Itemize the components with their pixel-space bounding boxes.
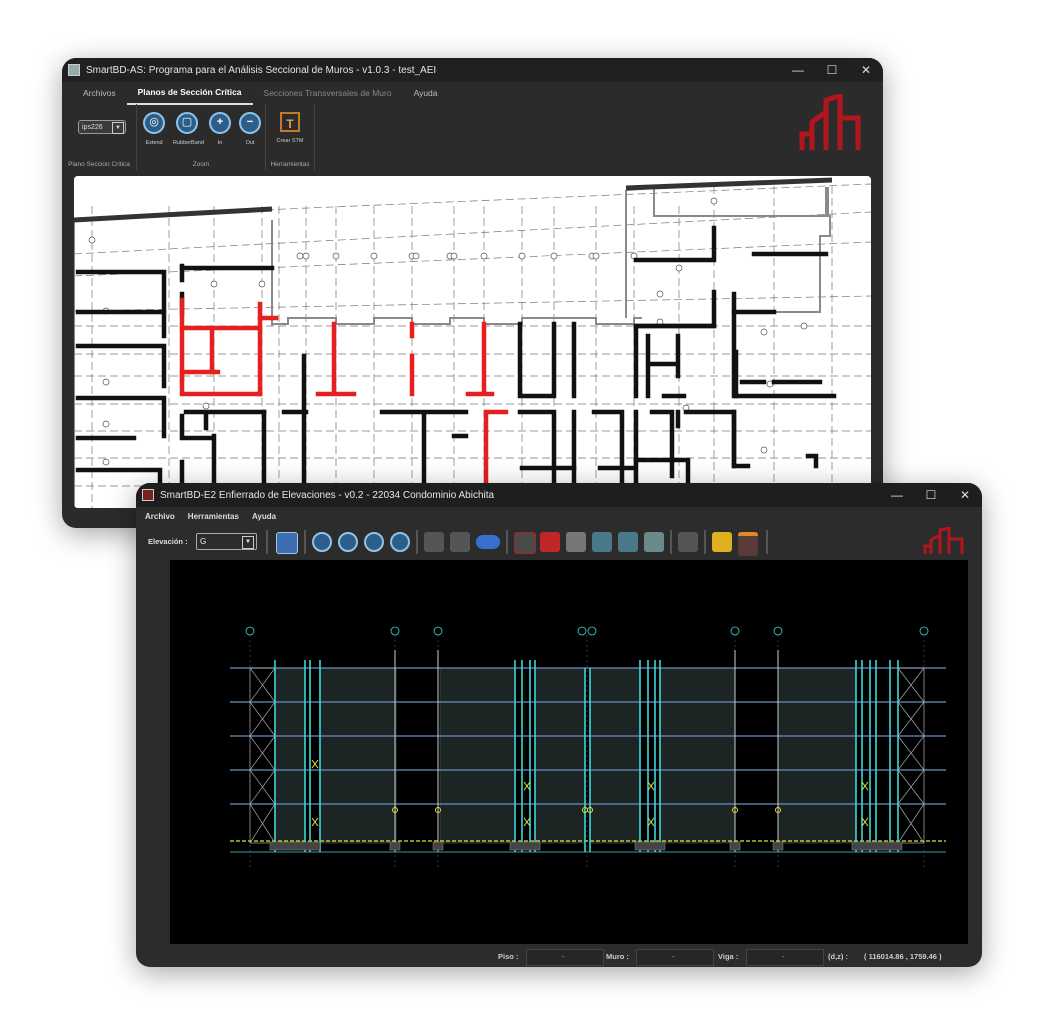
plane-select[interactable]: ips226 ▼ xyxy=(78,120,126,134)
maximize-button[interactable]: ☐ xyxy=(815,63,849,77)
elevation-select-value: G xyxy=(200,537,207,546)
redo-icon[interactable] xyxy=(450,532,470,552)
section-icon[interactable] xyxy=(592,532,612,552)
zoom-rubberband-button[interactable]: ▢ RubberBand xyxy=(173,112,204,146)
tab-archivos[interactable]: Archivos xyxy=(72,82,127,104)
elevation-select[interactable]: G ▼ xyxy=(196,533,257,550)
wall-icon[interactable] xyxy=(540,532,560,552)
minimize-button[interactable]: — xyxy=(781,63,815,77)
coord-value: ( 116014.86 , 1759.46 ) xyxy=(864,952,942,961)
title-bar: SmartBD-E2 Enfierrado de Elevaciones - v… xyxy=(136,483,982,507)
smartbd-logo xyxy=(923,527,964,554)
toolbar-separator xyxy=(416,530,418,554)
muro-label: Muro : xyxy=(606,952,629,961)
dimension-icon[interactable] xyxy=(678,532,698,552)
app-icon xyxy=(68,64,80,76)
save-icon[interactable] xyxy=(276,532,298,554)
toolbar: Elevación : G ▼ xyxy=(136,527,982,557)
button-label: RubberBand xyxy=(173,140,204,146)
menu-herramientas[interactable]: Herramientas xyxy=(188,512,239,521)
coord-label: (d,z) : xyxy=(828,952,848,961)
zoom-extend-icon[interactable] xyxy=(312,532,332,552)
smartbd-logo xyxy=(799,94,861,150)
zoom-out-button[interactable]: − Out xyxy=(236,112,264,146)
zoom-extend-icon: ◎ xyxy=(143,112,165,134)
menu-ayuda[interactable]: Ayuda xyxy=(252,512,276,521)
ribbon-tabs: Archivos Planos de Sección Crítica Secci… xyxy=(62,81,883,105)
piso-label: Piso : xyxy=(498,952,519,961)
plane-select-value: ips226 xyxy=(82,124,103,131)
toolbar-separator xyxy=(304,530,306,554)
viga-label: Viga : xyxy=(718,952,739,961)
toolbar-separator xyxy=(704,530,706,554)
menu-archivo[interactable]: Archivo xyxy=(145,512,175,521)
button-label: Extend xyxy=(145,140,163,146)
close-button[interactable]: ✕ xyxy=(849,63,883,77)
zoom-out-icon[interactable] xyxy=(390,532,410,552)
zoom-rubberband-icon[interactable] xyxy=(338,532,358,552)
button-label: In xyxy=(217,140,223,146)
app-icon xyxy=(142,489,154,501)
maximize-button[interactable]: ☐ xyxy=(914,488,948,502)
muro-field xyxy=(636,949,714,966)
delete-icon[interactable] xyxy=(514,532,536,554)
stm-icon: T xyxy=(280,112,300,132)
zoom-extend-button[interactable]: ◎ Extend xyxy=(140,112,168,146)
window-title: SmartBD-E2 Enfierrado de Elevaciones - v… xyxy=(160,489,495,501)
frame-icon[interactable] xyxy=(618,532,638,552)
zoom-rubberband-icon: ▢ xyxy=(176,112,198,134)
group-zoom: ◎ Extend ▢ RubberBand + In − Out Zoom xyxy=(137,104,266,170)
undo-icon[interactable] xyxy=(424,532,444,552)
group-plano-seccion: ips226 ▼ Plano Seccion Critica xyxy=(62,104,137,170)
toolbar-separator xyxy=(670,530,672,554)
viga-field xyxy=(746,949,824,966)
flag-icon[interactable] xyxy=(738,532,758,556)
zoom-in-icon[interactable] xyxy=(364,532,384,552)
toolbar-separator xyxy=(266,530,268,554)
muro-value: - xyxy=(672,952,675,961)
minimize-button[interactable]: — xyxy=(880,488,914,502)
group-label: Plano Seccion Critica xyxy=(68,161,130,168)
tab-planos-seccion-critica[interactable]: Planos de Sección Crítica xyxy=(126,81,253,105)
zoom-in-icon: + xyxy=(209,112,231,134)
group-label: Herramientas xyxy=(270,161,310,168)
window-elevation-rebar: SmartBD-E2 Enfierrado de Elevaciones - v… xyxy=(136,483,982,967)
button-label: Crear STM xyxy=(276,138,304,144)
elevation-label: Elevación : xyxy=(148,537,188,546)
window-title: SmartBD-AS: Programa para el Análisis Se… xyxy=(86,64,437,76)
viga-value: - xyxy=(782,952,785,961)
piso-field xyxy=(526,949,604,966)
group-herramientas: T Crear STM Herramientas xyxy=(266,104,315,170)
tab-secciones-transversales[interactable]: Secciones Transversales de Muro xyxy=(253,82,403,104)
title-bar: SmartBD-AS: Programa para el Análisis Se… xyxy=(62,58,883,82)
beam-icon[interactable] xyxy=(566,532,586,552)
group-label: Zoom xyxy=(192,161,210,168)
window-section-analysis: SmartBD-AS: Programa para el Análisis Se… xyxy=(62,58,883,528)
notes-icon[interactable] xyxy=(712,532,732,552)
crear-stm-button[interactable]: T Crear STM xyxy=(276,112,304,144)
status-bar: Piso : - Muro : - Viga : - (d,z) : ( 116… xyxy=(136,946,982,967)
toolbar-separator xyxy=(766,530,768,554)
zoom-out-icon: − xyxy=(239,112,261,134)
tab-ayuda[interactable]: Ayuda xyxy=(403,82,449,104)
ribbon: ips226 ▼ Plano Seccion Critica ◎ Extend … xyxy=(62,104,883,174)
zoom-in-button[interactable]: + In xyxy=(206,112,234,146)
menu-bar: Archivo Herramientas Ayuda xyxy=(136,507,982,525)
elevation-canvas[interactable] xyxy=(170,560,968,944)
button-label: Out xyxy=(245,140,255,146)
camera-icon[interactable] xyxy=(644,532,664,552)
toggle-icon[interactable] xyxy=(476,535,500,549)
toolbar-separator xyxy=(506,530,508,554)
chevron-down-icon: ▼ xyxy=(112,122,124,134)
piso-value: - xyxy=(562,952,565,961)
chevron-down-icon: ▼ xyxy=(242,536,254,549)
floor-plan-canvas[interactable] xyxy=(74,176,871,508)
close-button[interactable]: ✕ xyxy=(948,488,982,502)
